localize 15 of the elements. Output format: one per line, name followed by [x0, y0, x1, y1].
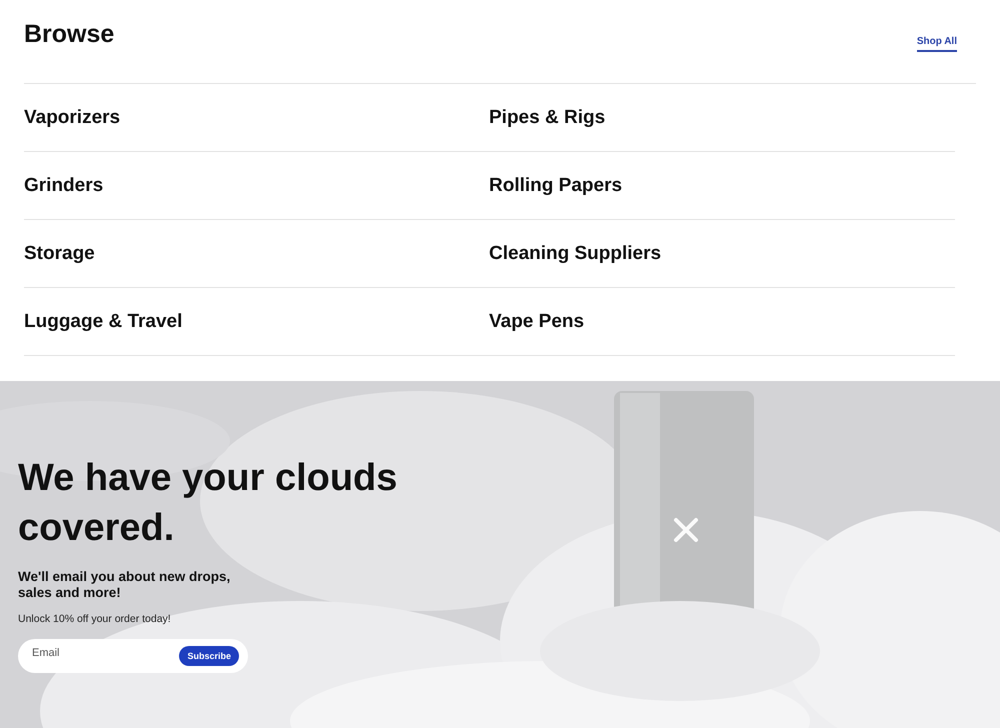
category-link[interactable]: Cleaning Suppliers [489, 242, 662, 264]
category-link[interactable]: Storage [24, 242, 95, 264]
hero-heading: We have your clouds covered. [18, 456, 398, 551]
category-link[interactable]: Luggage & Travel [24, 310, 182, 332]
category-link[interactable]: Vaporizers [24, 106, 120, 128]
shop-all-link[interactable]: Shop All [916, 36, 957, 52]
category-link[interactable]: Grinders [24, 174, 104, 196]
category-link[interactable]: Rolling Papers [489, 174, 622, 196]
subscribe-button[interactable]: Subscribe [179, 646, 239, 666]
subheading: We'll email you about new drops, sales and more! [18, 569, 232, 601]
category-link[interactable]: Vape Pens [489, 310, 584, 332]
email-field[interactable]: Email Subscribe [18, 639, 248, 673]
category-link[interactable]: Pipes & Rigs [489, 106, 606, 128]
offer-text: Unlock 10% off your order today! [18, 613, 172, 625]
section-title: Browse [24, 20, 114, 49]
